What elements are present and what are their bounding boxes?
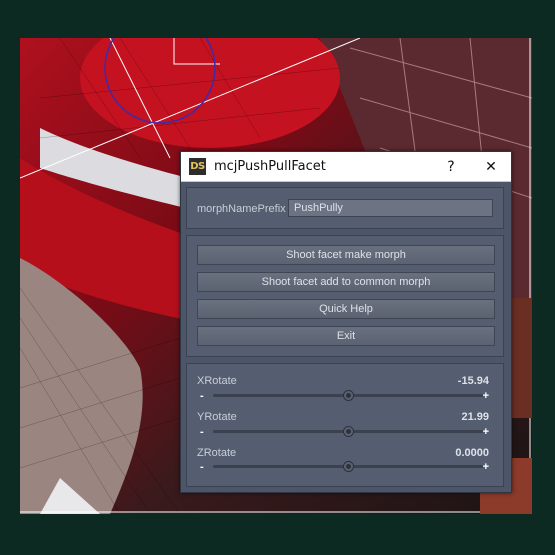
rotate-group: XRotate -15.94 - + YRotate 21.99 - + ZRo…: [186, 363, 504, 487]
push-pull-facet-dialog: DS mcjPushPullFacet ? ✕ morphNamePrefix …: [180, 151, 512, 493]
xrotate-decrement-button[interactable]: -: [200, 391, 204, 402]
yrotate-decrement-button[interactable]: -: [200, 427, 204, 438]
exit-button[interactable]: Exit: [197, 326, 495, 346]
daz-studio-logo-icon: DS: [189, 158, 206, 175]
actions-group: Shoot facet make morph Shoot facet add t…: [186, 235, 504, 357]
zrotate-label: ZRotate: [197, 447, 237, 459]
quick-help-button[interactable]: Quick Help: [197, 299, 495, 319]
yrotate-label: YRotate: [197, 411, 237, 423]
zrotate-decrement-button[interactable]: -: [200, 462, 204, 473]
xrotate-label: XRotate: [197, 375, 237, 387]
xrotate-value[interactable]: -15.94: [458, 375, 489, 387]
prefix-group: morphNamePrefix PushPully: [186, 187, 504, 229]
zrotate-slider-handle[interactable]: [342, 461, 354, 472]
yrotate-value[interactable]: 21.99: [461, 411, 489, 423]
shoot-facet-add-common-morph-button[interactable]: Shoot facet add to common morph: [197, 272, 495, 292]
window-title: mcjPushPullFacet: [214, 159, 326, 174]
yrotate-increment-button[interactable]: +: [483, 427, 489, 438]
help-button[interactable]: ?: [431, 152, 471, 181]
xrotate-slider-handle[interactable]: [342, 390, 354, 401]
morph-name-prefix-input[interactable]: PushPully: [288, 199, 493, 217]
yrotate-slider-handle[interactable]: [342, 426, 354, 437]
zrotate-value[interactable]: 0.0000: [455, 447, 489, 459]
shoot-facet-make-morph-button[interactable]: Shoot facet make morph: [197, 245, 495, 265]
morph-name-prefix-label: morphNamePrefix: [197, 203, 286, 215]
close-button[interactable]: ✕: [471, 152, 511, 181]
zrotate-increment-button[interactable]: +: [483, 462, 489, 473]
title-bar[interactable]: DS mcjPushPullFacet ? ✕: [181, 152, 511, 182]
xrotate-increment-button[interactable]: +: [483, 391, 489, 402]
